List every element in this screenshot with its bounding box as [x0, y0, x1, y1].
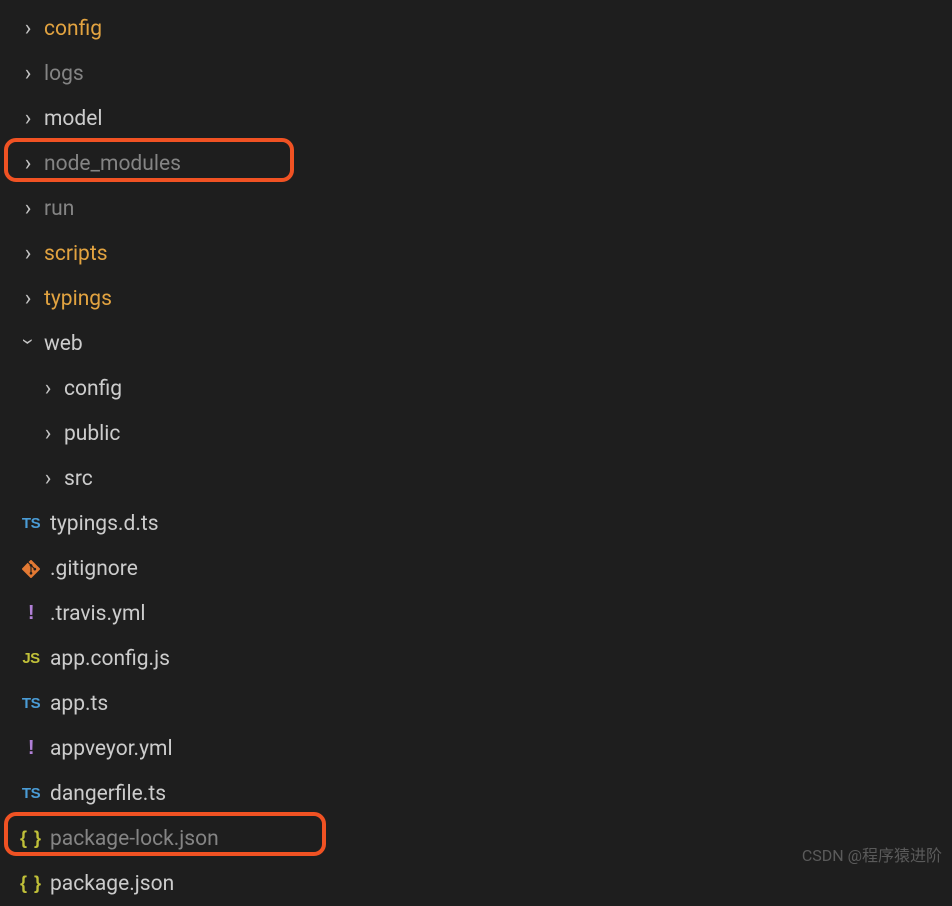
file-label: appveyor.yml: [50, 737, 173, 761]
json-icon: { }: [18, 828, 44, 849]
file-typings-d-ts[interactable]: TS typings.d.ts: [0, 501, 952, 546]
file-app-ts[interactable]: TS app.ts: [0, 681, 952, 726]
file-label: package-lock.json: [50, 827, 219, 851]
gitignore-icon: [18, 560, 44, 578]
chevron-right-icon: ›: [38, 421, 58, 446]
file-appveyor-yml[interactable]: ! appveyor.yml: [0, 726, 952, 771]
file-label: app.config.js: [50, 647, 170, 671]
folder-logs[interactable]: › logs: [0, 51, 952, 96]
folder-label: node_modules: [44, 152, 181, 176]
javascript-icon: JS: [18, 650, 44, 667]
file-label: .travis.yml: [50, 602, 146, 626]
chevron-right-icon: ›: [18, 106, 38, 131]
folder-config[interactable]: › config: [0, 6, 952, 51]
file-label: package.json: [50, 872, 174, 896]
json-icon: { }: [18, 873, 44, 894]
yaml-icon: !: [18, 602, 44, 625]
file-gitignore[interactable]: .gitignore: [0, 546, 952, 591]
folder-web-src[interactable]: › src: [0, 456, 952, 501]
folder-label: logs: [44, 62, 84, 86]
folder-label: src: [64, 467, 93, 491]
folder-label: model: [44, 107, 102, 131]
folder-label: typings: [44, 287, 112, 311]
file-label: dangerfile.ts: [50, 782, 166, 806]
folder-web-public[interactable]: › public: [0, 411, 952, 456]
typescript-icon: TS: [18, 785, 44, 802]
typescript-icon: TS: [18, 695, 44, 712]
folder-web-config[interactable]: › config: [0, 366, 952, 411]
chevron-right-icon: ›: [18, 16, 38, 41]
file-label: .gitignore: [50, 557, 138, 581]
folder-model[interactable]: › model: [0, 96, 952, 141]
file-package-json[interactable]: { } package.json: [0, 861, 952, 906]
folder-scripts[interactable]: › scripts: [0, 231, 952, 276]
watermark: CSDN @程序猿进阶: [802, 842, 942, 866]
file-app-config-js[interactable]: JS app.config.js: [0, 636, 952, 681]
folder-label: run: [44, 197, 74, 221]
chevron-right-icon: ›: [18, 196, 38, 221]
folder-typings[interactable]: › typings: [0, 276, 952, 321]
folder-label: web: [44, 332, 83, 356]
file-dangerfile-ts[interactable]: TS dangerfile.ts: [0, 771, 952, 816]
folder-label: config: [44, 17, 102, 41]
chevron-right-icon: ›: [38, 376, 58, 401]
folder-label: scripts: [44, 242, 108, 266]
chevron-right-icon: ›: [18, 61, 38, 86]
file-label: typings.d.ts: [50, 512, 159, 536]
file-label: app.ts: [50, 692, 108, 716]
chevron-right-icon: ›: [18, 241, 38, 266]
chevron-right-icon: ›: [18, 286, 38, 311]
chevron-right-icon: ›: [18, 151, 38, 176]
folder-web[interactable]: › web: [0, 321, 952, 366]
folder-node-modules[interactable]: › node_modules: [0, 141, 952, 186]
chevron-right-icon: ›: [38, 466, 58, 491]
folder-label: public: [64, 422, 120, 446]
file-travis-yml[interactable]: ! .travis.yml: [0, 591, 952, 636]
typescript-icon: TS: [18, 515, 44, 532]
yaml-icon: !: [18, 737, 44, 760]
file-tree: › config › logs › model › node_modules ›…: [0, 0, 952, 906]
folder-label: config: [64, 377, 122, 401]
chevron-down-icon: ›: [16, 332, 41, 352]
folder-run[interactable]: › run: [0, 186, 952, 231]
